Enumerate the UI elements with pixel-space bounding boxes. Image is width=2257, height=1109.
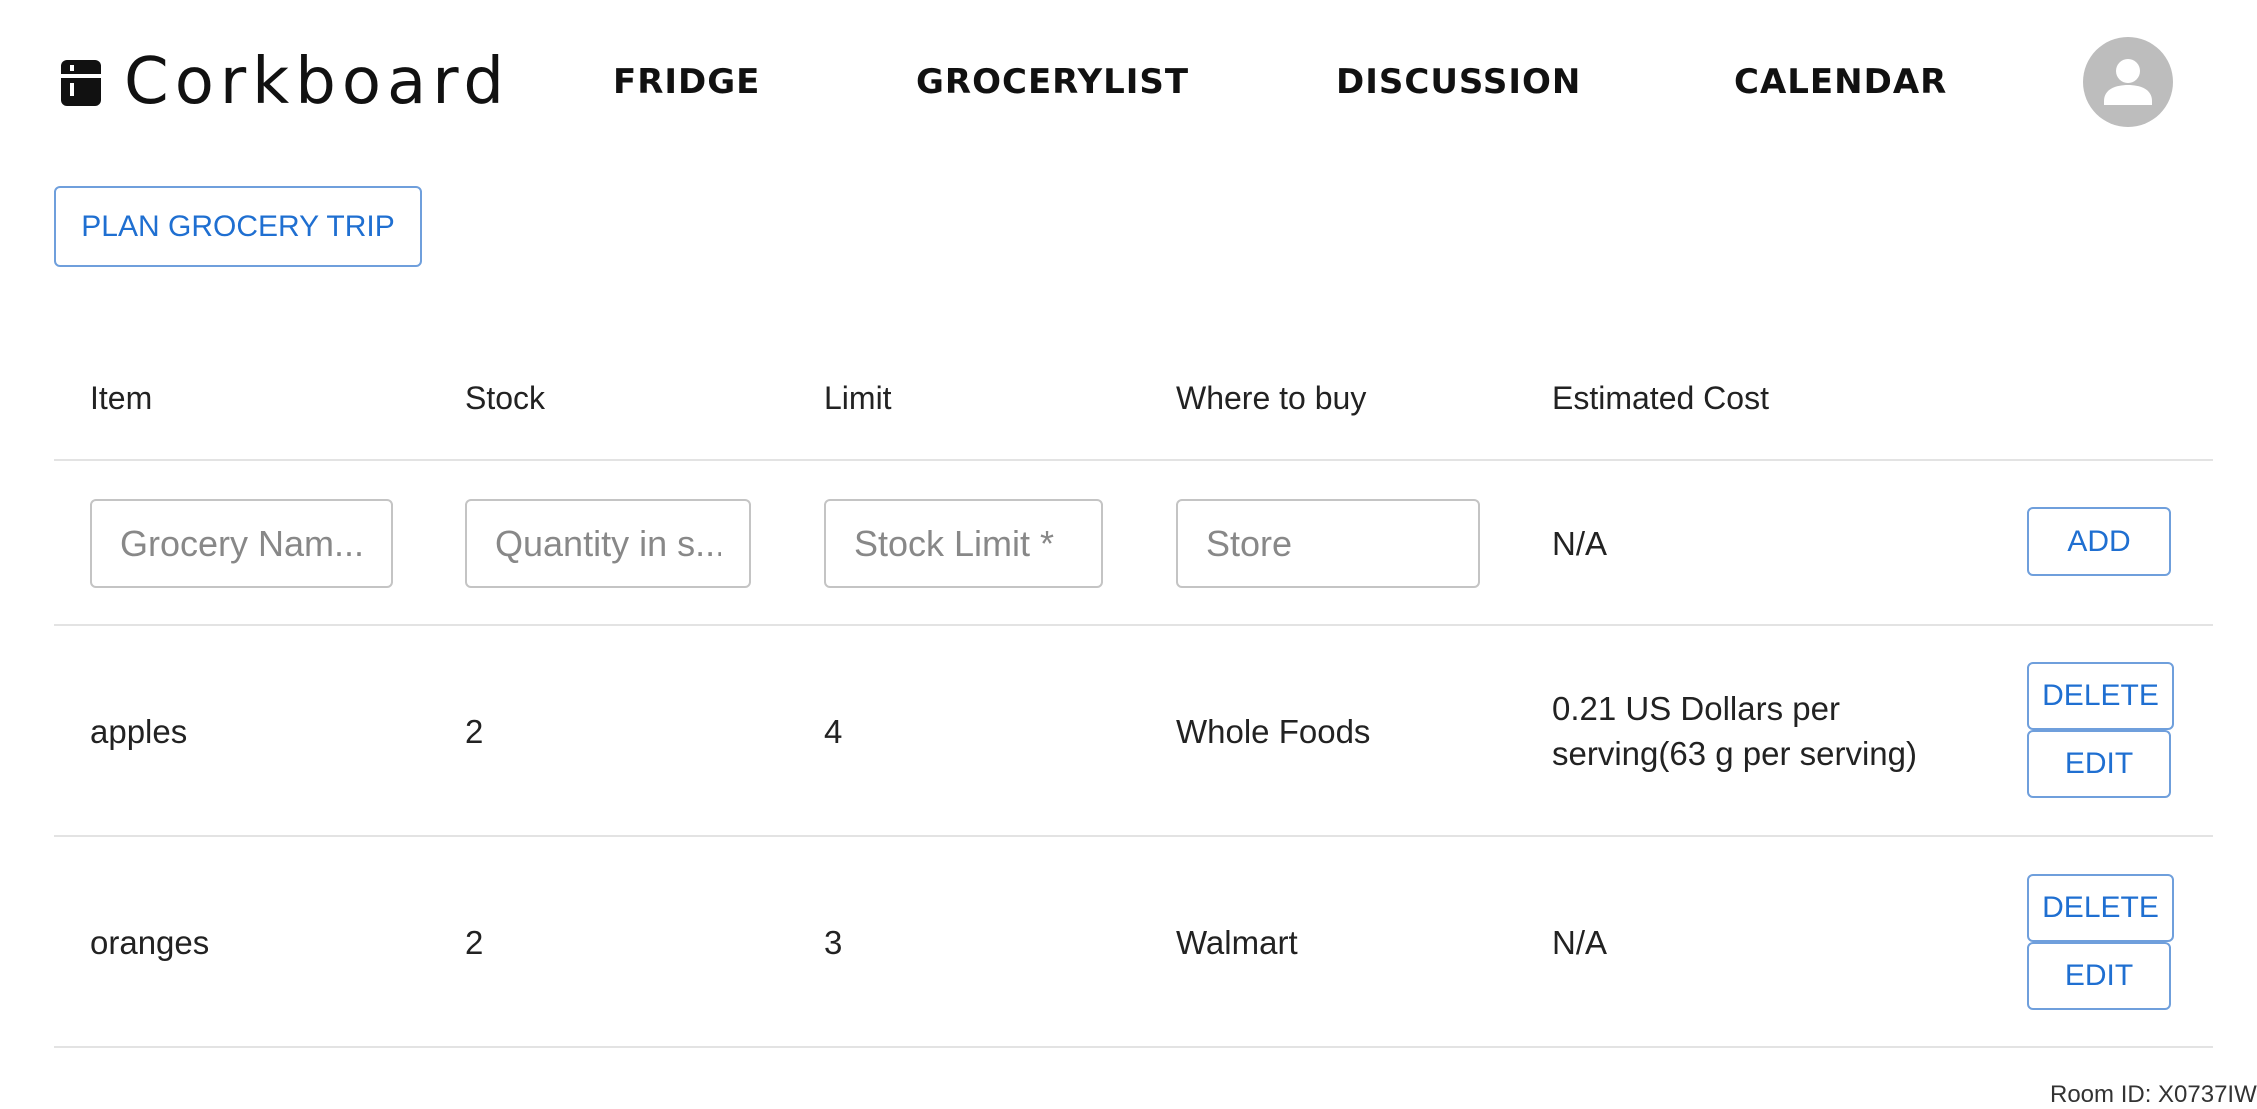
- column-header-limit: Limit: [824, 380, 892, 416]
- top-nav: Corkboard FRIDGE GROCERYLIST DISCUSSION …: [0, 0, 2257, 165]
- edit-button[interactable]: EDIT: [2027, 730, 2171, 798]
- row-limit: 4: [824, 713, 843, 750]
- row-estimated-cost: N/A: [1552, 924, 1608, 961]
- quantity-in-stock-input[interactable]: [465, 499, 751, 588]
- column-header-stock: Stock: [465, 380, 546, 416]
- row-store: Walmart: [1176, 924, 1298, 961]
- nav-discussion[interactable]: DISCUSSION: [1336, 60, 1581, 104]
- nav-calendar[interactable]: CALENDAR: [1734, 60, 1947, 104]
- stock-limit-input[interactable]: [824, 499, 1103, 588]
- column-header-estimated-cost: Estimated Cost: [1552, 380, 1769, 416]
- delete-button[interactable]: DELETE: [2027, 662, 2174, 730]
- nav-grocerylist[interactable]: GROCERYLIST: [916, 60, 1189, 104]
- grocery-name-input[interactable]: [90, 499, 393, 588]
- edit-button[interactable]: EDIT: [2027, 942, 2171, 1010]
- row-limit: 3: [824, 924, 843, 961]
- page: Corkboard FRIDGE GROCERYLIST DISCUSSION …: [0, 0, 2257, 1109]
- row-store: Whole Foods: [1176, 713, 1371, 750]
- row-item-name: apples: [90, 713, 188, 750]
- column-header-where-to-buy: Where to buy: [1176, 380, 1367, 416]
- plan-grocery-trip-button[interactable]: PLAN GROCERY TRIP: [54, 186, 422, 267]
- divider: [54, 835, 2213, 837]
- room-id: Room ID: X0737IWM: [2050, 1081, 2257, 1108]
- divider: [54, 624, 2213, 626]
- user-icon: [2104, 59, 2152, 105]
- add-button[interactable]: ADD: [2027, 507, 2171, 576]
- store-input[interactable]: [1176, 499, 1480, 588]
- row-stock: 2: [465, 924, 484, 961]
- new-row-estimated-cost: N/A: [1552, 525, 1608, 562]
- avatar[interactable]: [2083, 37, 2173, 127]
- nav-fridge[interactable]: FRIDGE: [613, 60, 760, 104]
- row-item-name: oranges: [90, 924, 210, 961]
- column-header-item: Item: [90, 380, 153, 416]
- fridge-icon: [61, 60, 101, 106]
- row-estimated-cost: 0.21 US Dollars per serving(63 g per ser…: [1552, 690, 1917, 772]
- divider: [54, 1046, 2213, 1048]
- divider: [54, 459, 2213, 461]
- delete-button[interactable]: DELETE: [2027, 874, 2174, 942]
- brand-logo[interactable]: Corkboard: [124, 44, 510, 120]
- row-stock: 2: [465, 713, 484, 750]
